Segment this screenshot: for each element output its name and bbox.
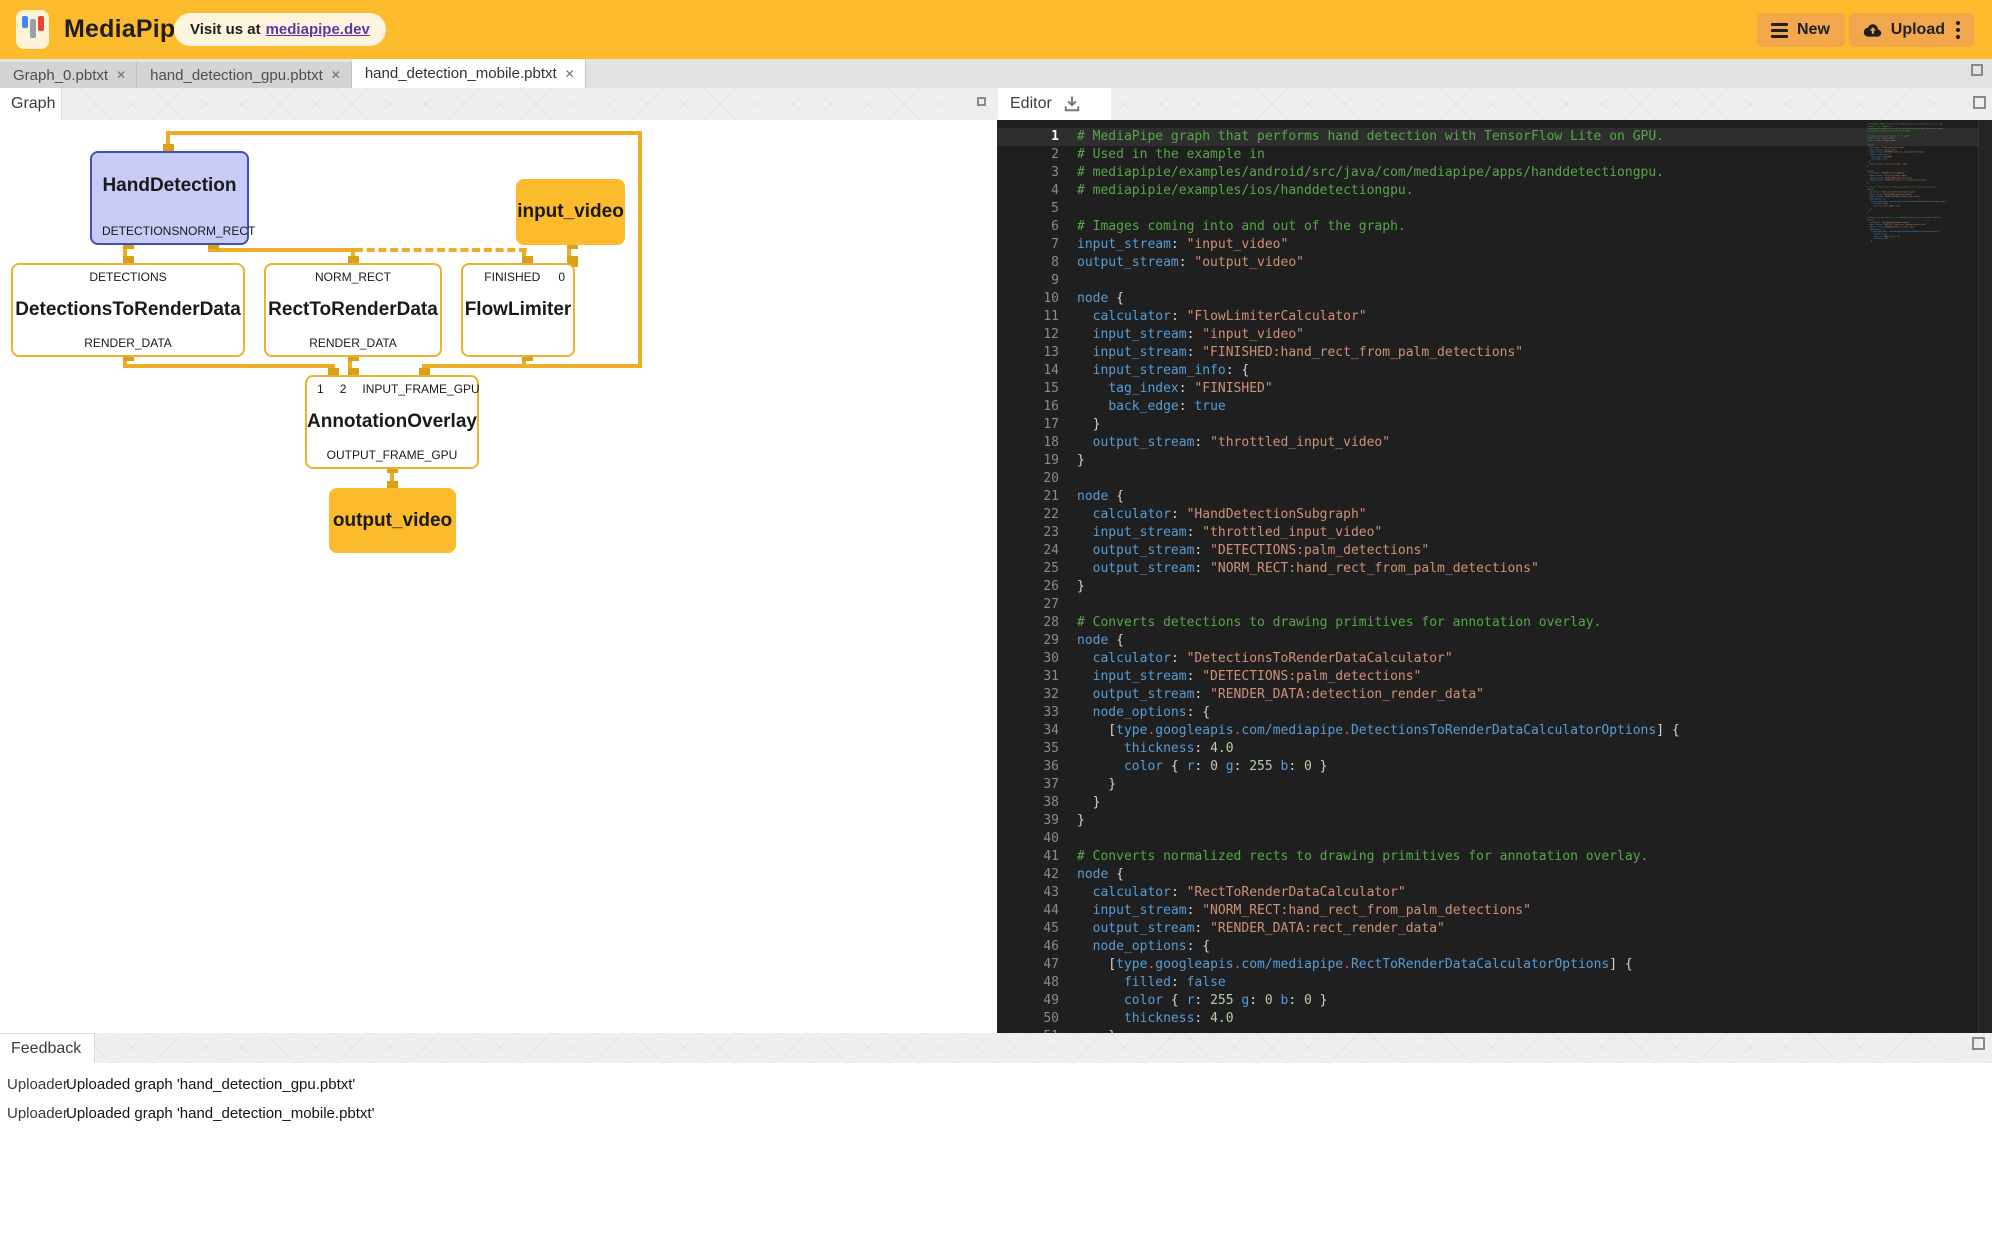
port-label: 1 <box>317 382 324 396</box>
expand-icon[interactable] <box>1971 64 1983 76</box>
port-label: NORM_RECT <box>315 270 391 284</box>
editor-panel-tab[interactable]: Editor <box>998 88 1111 120</box>
close-icon[interactable]: ✕ <box>331 68 341 82</box>
tab-hand-detection-mobile-pbtxt[interactable]: hand_detection_mobile.pbtxt ✕ <box>352 59 586 88</box>
port-label: INPUT_FRAME_GPU <box>362 382 479 396</box>
port-label: RENDER_DATA <box>309 336 397 350</box>
expand-icon[interactable] <box>977 97 986 106</box>
port-label: DETECTIONS <box>102 224 179 238</box>
visit-pill: Visit us at mediapipe.dev <box>174 13 386 46</box>
port-label: RENDER_DATA <box>84 336 172 350</box>
edge-back-edge-dashed <box>355 248 527 252</box>
download-icon[interactable] <box>1062 94 1082 114</box>
code-lines: 1# MediaPipe graph that performs hand de… <box>997 128 1992 1033</box>
tab-hand-detection-gpu-pbtxt[interactable]: hand_detection_gpu.pbtxt ✕ <box>137 62 352 88</box>
app-bar: MediaPipe Visit us at mediapipe.dev New … <box>0 0 1992 59</box>
feedback-panel-tab[interactable]: Feedback <box>0 1033 95 1063</box>
feedback-row: Uploader Uploaded graph 'hand_detection_… <box>0 1099 1992 1128</box>
edge-flowlimiter-out <box>422 364 642 368</box>
edge-loop-top <box>166 131 642 135</box>
feedback-log: Uploader Uploaded graph 'hand_detection_… <box>0 1063 1992 1236</box>
port-label: DETECTIONS <box>89 270 166 284</box>
feedback-message: Uploaded graph 'hand_detection_gpu.pbtxt… <box>66 1076 355 1093</box>
close-icon[interactable]: ✕ <box>565 67 575 81</box>
visit-text: Visit us at <box>190 21 261 38</box>
feedback-message: Uploaded graph 'hand_detection_mobile.pb… <box>66 1105 374 1122</box>
expand-icon[interactable] <box>1972 1037 1985 1050</box>
code-editor[interactable]: 1# MediaPipe graph that performs hand de… <box>997 120 1992 1033</box>
graph-node-rect-to-render-data[interactable]: NORM_RECT RectToRenderData RENDER_DATA <box>264 263 442 357</box>
feedback-band <box>0 1033 1992 1063</box>
new-button[interactable]: New <box>1757 13 1845 47</box>
graph-node-output-video[interactable]: output_video <box>329 488 456 553</box>
port-label: 0 <box>558 270 565 284</box>
graph-panel-tab[interactable]: Graph <box>0 88 62 120</box>
feedback-source: Uploader <box>0 1076 66 1093</box>
expand-icon[interactable] <box>1973 96 1986 109</box>
graph-node-flow-limiter[interactable]: FINISHED 0 FlowLimiter <box>461 263 575 357</box>
upload-button[interactable]: Upload <box>1849 13 1974 47</box>
port-label: NORM_RECT <box>179 224 255 238</box>
document-tab-bar: Graph_0.pbtxt ✕ hand_detection_gpu.pbtxt… <box>0 59 1992 88</box>
edge-norm-rect-across <box>208 248 355 252</box>
close-icon[interactable]: ✕ <box>116 68 126 82</box>
minimap-content: # MediaPipe graph that performs hand det… <box>1865 123 1964 242</box>
edge-render-data-1-across <box>123 364 335 368</box>
graph-node-input-video[interactable]: input_video <box>516 179 625 245</box>
port-label: 2 <box>340 382 347 396</box>
more-options-icon[interactable] <box>1956 21 1960 39</box>
graph-node-annotation-overlay[interactable]: 1 2 INPUT_FRAME_GPU AnnotationOverlay OU… <box>305 375 479 469</box>
graph-node-hand-detection[interactable]: HandDetection DETECTIONS NORM_RECT <box>90 151 249 245</box>
cloud-upload-icon <box>1863 21 1883 39</box>
mediapipe-dev-link[interactable]: mediapipe.dev <box>266 21 370 38</box>
feedback-source: Uploader <box>0 1105 66 1122</box>
editor-scrollbar[interactable] <box>1978 120 1992 1033</box>
graph-canvas[interactable]: HandDetection DETECTIONS NORM_RECT input… <box>0 120 997 1033</box>
tab-graph-0-pbtxt[interactable]: Graph_0.pbtxt ✕ <box>0 62 137 88</box>
panel-header-band <box>0 88 1992 120</box>
feedback-row: Uploader Uploaded graph 'hand_detection_… <box>0 1070 1992 1099</box>
edge-loop-right <box>638 131 642 368</box>
port-label: OUTPUT_FRAME_GPU <box>327 448 458 462</box>
mediapipe-logo-icon <box>16 10 49 49</box>
port-label: FINISHED <box>484 270 540 284</box>
menu-icon <box>1771 20 1788 41</box>
graph-node-detections-to-render-data[interactable]: DETECTIONS DetectionsToRenderData RENDER… <box>11 263 245 357</box>
app-title: MediaPipe <box>64 15 189 44</box>
editor-minimap[interactable]: # MediaPipe graph that performs hand det… <box>1865 123 1975 288</box>
